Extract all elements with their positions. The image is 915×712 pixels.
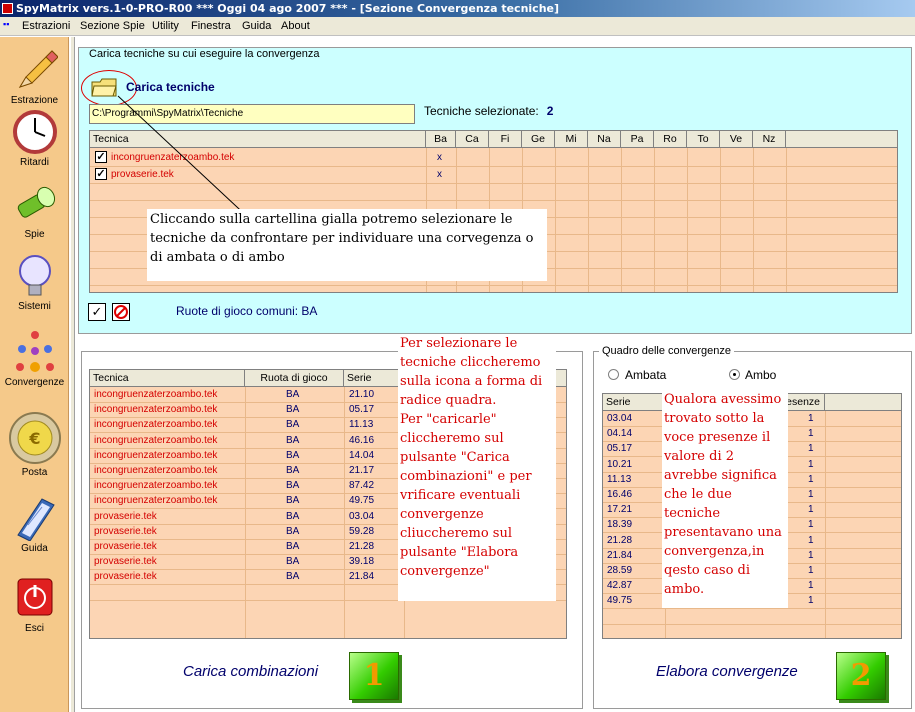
combo-cell-serie[interactable]: 39.18 [349, 556, 374, 567]
combo-cell-tecnica[interactable]: incongruenzaterzoambo.tek [94, 404, 217, 415]
instruction-note-result: Qualora avessimo trovato sotto la voce p… [662, 390, 788, 608]
conv-cell-presenze[interactable]: 1 [808, 580, 814, 591]
combo-cell-serie[interactable]: 46.16 [349, 435, 374, 446]
combo-cell-tecnica[interactable]: incongruenzaterzoambo.tek [94, 389, 217, 400]
conv-cell-presenze[interactable]: 1 [808, 535, 814, 546]
grid-line [344, 387, 345, 638]
conv-cell-presenze[interactable]: 1 [808, 474, 814, 485]
combo-cell-ruota[interactable]: BA [286, 556, 299, 567]
conv-cell-presenze[interactable]: 1 [808, 459, 814, 470]
combo-col-serie[interactable]: Serie [344, 370, 404, 387]
conv-cell-serie[interactable]: 03.04 [607, 413, 632, 424]
combo-cell-tecnica[interactable]: provaserie.tek [94, 526, 157, 537]
instruction-note-folder: Cliccando sulla cartellina gialla potrem… [147, 209, 547, 281]
instruction-note-buttons: Per selezionare le tecniche cliccheremo … [398, 334, 556, 601]
conv-cell-presenze[interactable]: 1 [808, 519, 814, 530]
conv-cell-serie[interactable]: 10.21 [607, 459, 632, 470]
combo-cell-serie[interactable]: 11.13 [349, 419, 373, 430]
combo-col-ruota[interactable]: Ruota di gioco [245, 370, 344, 387]
combo-cell-ruota[interactable]: BA [286, 450, 299, 461]
conv-cell-presenze[interactable]: 1 [808, 565, 814, 576]
combo-cell-tecnica[interactable]: incongruenzaterzoambo.tek [94, 480, 217, 491]
conv-col-serie[interactable]: Serie [603, 394, 665, 411]
combo-cell-ruota[interactable]: BA [286, 465, 299, 476]
radio-ambata[interactable] [608, 369, 619, 380]
combo-cell-serie[interactable]: 87.42 [349, 480, 374, 491]
conv-cell-serie[interactable]: 05.17 [607, 443, 632, 454]
combo-cell-ruota[interactable]: BA [286, 435, 299, 446]
conv-cell-serie[interactable]: 04.14 [607, 428, 632, 439]
combo-cell-ruota[interactable]: BA [286, 495, 299, 506]
combo-cell-serie[interactable]: 21.17 [349, 465, 374, 476]
elaborate-convergences-label[interactable]: Elabora convergenze [656, 663, 798, 680]
combo-cell-ruota[interactable]: BA [286, 389, 299, 400]
conv-cell-serie[interactable]: 11.13 [607, 474, 631, 485]
combo-cell-tecnica[interactable]: incongruenzaterzoambo.tek [94, 419, 217, 430]
combo-cell-ruota[interactable]: BA [286, 480, 299, 491]
radio-ambo[interactable] [729, 369, 740, 380]
combo-cell-tecnica[interactable]: provaserie.tek [94, 556, 157, 567]
combo-cell-tecnica[interactable]: incongruenzaterzoambo.tek [94, 450, 217, 461]
combo-cell-tecnica[interactable]: incongruenzaterzoambo.tek [94, 465, 217, 476]
combo-cell-serie[interactable]: 14.04 [349, 450, 374, 461]
grid-line [603, 623, 901, 625]
elaborate-convergences-button[interactable]: 2 [836, 652, 886, 700]
conv-cell-serie[interactable]: 21.84 [607, 550, 632, 561]
combo-cell-serie[interactable]: 49.75 [349, 495, 374, 506]
conv-cell-presenze[interactable]: 1 [808, 504, 814, 515]
conv-cell-serie[interactable]: 28.59 [607, 565, 632, 576]
radio-ambo-dot [733, 373, 736, 376]
load-combinations-label[interactable]: Carica combinazioni [183, 663, 318, 680]
radio-ambata-label[interactable]: Ambata [625, 368, 666, 382]
combo-cell-tecnica[interactable]: incongruenzaterzoambo.tek [94, 435, 217, 446]
check-all-icon[interactable]: ✓ [88, 303, 106, 321]
common-wheels-label: Ruote di gioco comuni: BA [176, 304, 318, 318]
convergences-legend: Quadro delle convergenze [599, 345, 735, 357]
combo-cell-serie[interactable]: 59.28 [349, 526, 374, 537]
conv-cell-presenze[interactable]: 1 [808, 443, 814, 454]
combo-cell-ruota[interactable]: BA [286, 511, 299, 522]
conv-cell-presenze[interactable]: 1 [808, 489, 814, 500]
conv-cell-serie[interactable]: 17.21 [607, 504, 632, 515]
combo-cell-ruota[interactable]: BA [286, 526, 299, 537]
combo-cell-tecnica[interactable]: incongruenzaterzoambo.tek [94, 495, 217, 506]
conv-cell-serie[interactable]: 49.75 [607, 595, 632, 606]
conv-cell-presenze[interactable]: 1 [808, 550, 814, 561]
conv-cell-serie[interactable]: 42.87 [607, 580, 632, 591]
conv-col-empty [825, 394, 901, 411]
conv-cell-serie[interactable]: 16.46 [607, 489, 632, 500]
combo-cell-tecnica[interactable]: provaserie.tek [94, 541, 157, 552]
conv-cell-presenze[interactable]: 1 [808, 413, 814, 424]
conv-cell-serie[interactable]: 21.28 [607, 535, 632, 546]
clear-icon[interactable] [112, 303, 130, 321]
combo-cell-ruota[interactable]: BA [286, 571, 299, 582]
conv-cell-serie[interactable]: 18.39 [607, 519, 632, 530]
load-combinations-button[interactable]: 1 [349, 652, 399, 700]
combo-cell-ruota[interactable]: BA [286, 404, 299, 415]
combo-cell-serie[interactable]: 05.17 [349, 404, 374, 415]
grid-line [603, 608, 901, 610]
combo-cell-serie[interactable]: 21.84 [349, 571, 374, 582]
combo-col-tecnica[interactable]: Tecnica [90, 370, 245, 387]
conv-cell-presenze[interactable]: 1 [808, 428, 814, 439]
combo-cell-tecnica[interactable]: provaserie.tek [94, 511, 157, 522]
grid-line [825, 411, 826, 638]
combo-cell-tecnica[interactable]: provaserie.tek [94, 571, 157, 582]
combo-cell-ruota[interactable]: BA [286, 419, 299, 430]
combo-cell-serie[interactable]: 03.04 [349, 511, 374, 522]
grid-line [245, 387, 246, 638]
conv-cell-presenze[interactable]: 1 [808, 595, 814, 606]
combo-cell-serie[interactable]: 21.28 [349, 541, 374, 552]
combo-cell-serie[interactable]: 21.10 [349, 389, 374, 400]
combo-cell-ruota[interactable]: BA [286, 541, 299, 552]
radio-ambo-label[interactable]: Ambo [745, 368, 776, 382]
